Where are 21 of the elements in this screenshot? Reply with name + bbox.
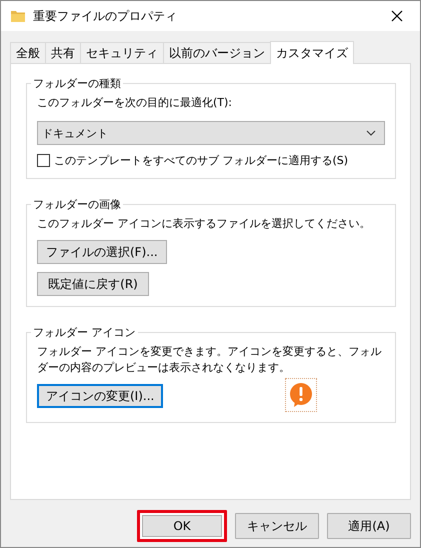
tab[interactable]: 全般 — [10, 42, 46, 63]
field-label: このフォルダーを次の目的に最適化(T): — [37, 95, 232, 111]
group-heading: フォルダーの画像 — [32, 197, 122, 212]
dialog-button[interactable]: キャンセル — [235, 513, 319, 539]
folder-type-dropdown[interactable]: ドキュメント — [37, 121, 385, 145]
tab[interactable]: カスタマイズ — [270, 41, 354, 64]
folder-icon — [11, 10, 25, 22]
dialog-button[interactable]: ファイルの選択(F)... — [37, 240, 167, 264]
dialog-button[interactable]: 適用(A) — [327, 513, 411, 539]
change-icon-button[interactable]: アイコンの変更(I)... — [37, 384, 164, 408]
window-title: 重要ファイルのプロパティ — [33, 8, 178, 24]
chevron-down-icon — [366, 130, 376, 136]
group-heading: フォルダー アイコン — [32, 325, 136, 340]
description-text: このフォルダー アイコンに表示するファイルを選択してください。 — [37, 216, 370, 232]
close-icon — [391, 10, 403, 22]
description-text: フォルダー アイコンを変更できます。アイコンを変更すると、フォルダーの内容のプレビューは表示されなくなります。 — [37, 344, 382, 376]
dialog-button[interactable]: 既定値に戻す(R) — [37, 272, 149, 296]
alert-bubble-icon — [285, 378, 317, 412]
dialog-button[interactable]: OK — [137, 510, 227, 542]
group-heading: フォルダーの種類 — [32, 76, 122, 91]
apply-subfolders-checkbox[interactable]: このテンプレートをすべてのサブ フォルダーに適用する(S) — [37, 153, 348, 168]
